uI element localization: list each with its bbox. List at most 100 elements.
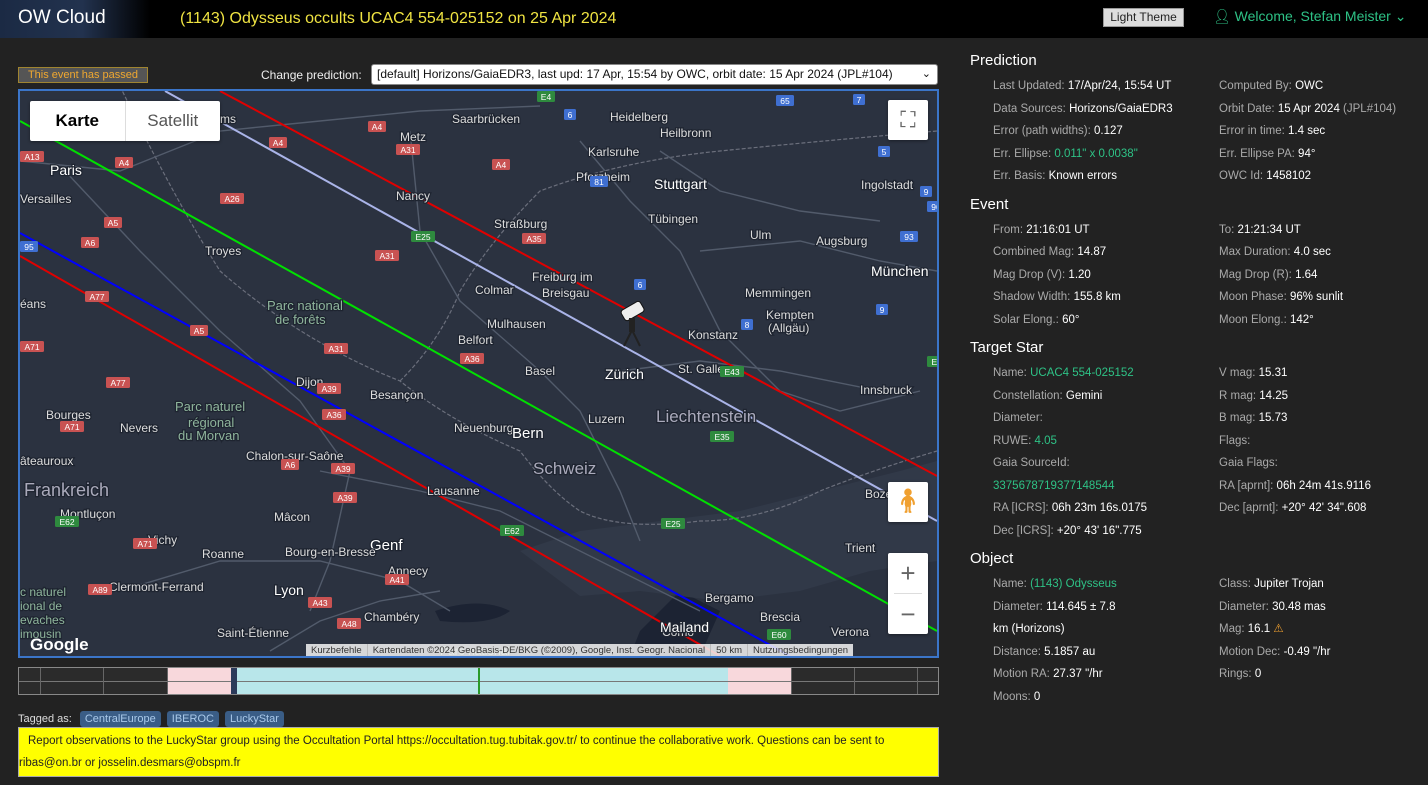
err-basis-label: Err. Basis: — [993, 170, 1046, 182]
road-shield-label: A71 — [64, 422, 79, 432]
top-bar: OW Cloud (1143) Odysseus occults UCAC4 5… — [0, 0, 1428, 38]
road-shield-label: 9 — [924, 187, 929, 197]
bmag-row: B mag: 15.73 — [1219, 407, 1428, 430]
ra-icrs-label: RA [ICRS]: — [993, 502, 1049, 514]
map-place-label: Parc national — [267, 298, 343, 313]
map-place-label: Mailand — [660, 619, 709, 635]
road-shield: 65 — [776, 95, 794, 106]
dec-icrs-label: Dec [ICRS]: — [993, 524, 1054, 537]
map-place-label: Konstanz — [688, 328, 738, 342]
road-shield-label: A71 — [137, 539, 152, 549]
map-place-label: Paris — [50, 162, 82, 178]
event-passed-badge: This event has passed — [18, 67, 148, 83]
pegman-button[interactable]: 🧍︎ — [888, 482, 928, 522]
map-place-label: Memmingen — [745, 286, 811, 300]
ruwe-link[interactable]: 4.05 — [1035, 435, 1057, 447]
road-shield-label: A41 — [389, 575, 404, 585]
shadow-width-row: Shadow Width: 155.8 km — [993, 286, 1219, 309]
map-type-karte-button[interactable]: Karte — [30, 101, 126, 141]
owc-id-value: 1458102 — [1266, 170, 1312, 182]
map-place-label: Heidelberg — [610, 110, 668, 124]
road-shield-label: A13 — [24, 152, 39, 162]
road-shield: A48 — [337, 618, 361, 629]
max-duration-label: Max Duration: — [1219, 246, 1291, 258]
map-attribution: Kurzbefehle Kartendaten ©2024 GeoBasis-D… — [306, 644, 854, 656]
road-shield: E35 — [710, 431, 734, 442]
logo[interactable]: OW Cloud — [0, 0, 150, 38]
dec-icrs-value: +20° 43' 16".775 — [1056, 524, 1142, 537]
prediction-select[interactable]: [default] Horizons/GaiaEDR3, last upd: 1… — [371, 64, 938, 85]
terms-link[interactable]: Nutzungsbedingungen — [748, 644, 853, 656]
map-scale[interactable]: 50 km — [711, 644, 749, 656]
road-shield-label: E4 — [541, 92, 552, 102]
last-updated-value: 17/Apr/24, 15:54 UT — [1067, 80, 1172, 92]
map-place-label: du Morvan — [178, 428, 239, 443]
map-place-label: Nevers — [120, 421, 158, 435]
road-shield-label: A39 — [335, 464, 350, 474]
motion-dec-row: Motion Dec: -0.49 "/hr — [1219, 641, 1428, 664]
road-shield-label: 8 — [745, 320, 750, 330]
ra-icrs-value: 06h 23m 16s.0175 — [1051, 502, 1148, 514]
motion-ra-value: 27.37 "/hr — [1053, 668, 1103, 680]
error-time-label: Error in time: — [1219, 125, 1285, 137]
tag-centraleurope[interactable]: CentralEurope — [79, 711, 161, 727]
road-shield: A36 — [460, 353, 484, 364]
road-shield: 95 — [20, 241, 38, 252]
map-place-label: Ingolstadt — [861, 178, 914, 192]
owc-id-row: OWC Id: 1458102 — [1219, 165, 1428, 188]
road-shield: 6 — [634, 279, 646, 290]
combined-mag-value: 14.87 — [1077, 246, 1107, 258]
error-time-row: Error in time: 1.4 sec — [1219, 120, 1428, 143]
rmag-value: 14.25 — [1259, 389, 1289, 402]
timeline-tick — [854, 668, 855, 694]
logo-text[interactable]: OW Cloud — [18, 7, 106, 29]
star-name-link[interactable]: UCAC4 554-025152 — [1030, 367, 1134, 379]
gaia-source-label: Gaia SourceId: — [993, 457, 1070, 469]
light-theme-button[interactable]: Light Theme — [1103, 8, 1184, 27]
road-shield-label: A5 — [194, 326, 205, 336]
fullscreen-button[interactable]: ⛶ — [888, 100, 928, 140]
road-shield: A4 — [115, 157, 133, 168]
road-shield-label: A39 — [321, 384, 336, 394]
map-place-label: Bern — [512, 425, 544, 442]
err-ellipse-link[interactable]: 0.011" x 0.0038" — [1054, 148, 1137, 160]
timeline-center-marker — [478, 668, 480, 694]
star-name-label: Name: — [993, 367, 1027, 379]
map-canvas[interactable]: Paris Versailles Saarbrücken Heidelberg Metz… — [20, 91, 937, 656]
zoom-in-button[interactable]: + — [888, 553, 928, 593]
map-place-label: Bergamo — [705, 591, 754, 605]
warning-icon[interactable]: ⚠ — [1273, 623, 1283, 635]
map-place-label: Freiburg im — [532, 270, 593, 284]
map-place-label: Lausanne — [427, 484, 480, 498]
map-place-label: Bourg-en-Bresse — [285, 545, 376, 559]
road-shield: A5 — [190, 325, 208, 336]
tag-luckystar[interactable]: LuckyStar — [224, 711, 284, 727]
tags-row: Tagged as: CentralEurope IBEROC LuckySta… — [18, 711, 284, 727]
user-menu[interactable]: 👤︎ Welcome, Stefan Meister ⌄ — [1213, 8, 1406, 25]
rings-label: Rings: — [1219, 668, 1252, 680]
map-place-label: evaches — [20, 613, 65, 627]
max-duration-value: 4.0 sec — [1293, 246, 1331, 258]
event-timeline[interactable] — [18, 667, 939, 695]
moons-value: 0 — [1033, 690, 1041, 703]
pegman-icon: 🧍︎ — [892, 488, 924, 515]
zoom-out-button[interactable]: − — [888, 594, 928, 634]
note-line-1: Report observations to the LuckyStar gro… — [28, 735, 885, 747]
timeline-cursor[interactable] — [231, 668, 237, 694]
gaia-source-link[interactable]: 3375678719377148544 — [993, 480, 1115, 492]
road-shield: A4 — [492, 159, 510, 170]
star-name-row: Name: UCAC4 554-025152 — [993, 362, 1219, 385]
object-name-link[interactable]: (1143) Odysseus — [1030, 578, 1117, 590]
road-shield: A26 — [220, 193, 244, 204]
rings-row: Rings: 0 — [1219, 663, 1428, 686]
road-shield: A13 — [20, 151, 44, 162]
err-ellipse-pa-label: Err. Ellipse PA: — [1219, 147, 1295, 160]
computed-by-label: Computed By: — [1219, 80, 1292, 92]
map-place-label: Frankreich — [24, 480, 109, 500]
keyboard-shortcuts-link[interactable]: Kurzbefehle — [306, 644, 368, 656]
map-type-satellit-button[interactable]: Satellit — [126, 101, 221, 141]
map-place-label: Breisgau — [542, 286, 589, 300]
tag-iberoc[interactable]: IBEROC — [166, 711, 219, 727]
solar-elong-label: Solar Elong.: — [993, 313, 1059, 326]
map[interactable]: Paris Versailles Saarbrücken Heidelberg Metz… — [18, 89, 939, 658]
